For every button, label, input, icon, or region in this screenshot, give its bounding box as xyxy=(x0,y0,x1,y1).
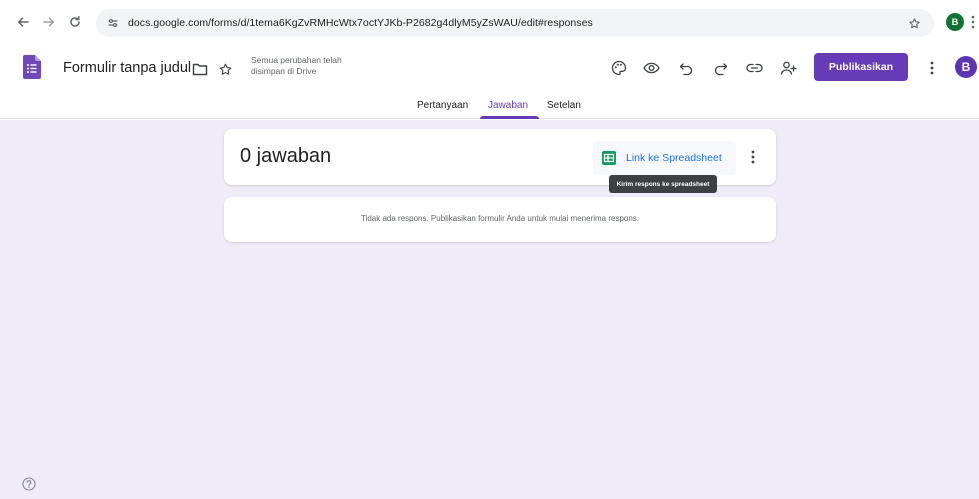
form-tabs: Pertanyaan Jawaban Setelan xyxy=(0,94,979,119)
link-to-sheets-button[interactable]: Link ke Spreadsheet xyxy=(593,141,736,175)
browser-toolbar: docs.google.com/forms/d/1tema6KgZvRMHcWt… xyxy=(0,0,979,43)
bookmark-star-icon[interactable] xyxy=(906,15,922,31)
undo-icon[interactable] xyxy=(675,57,697,79)
form-title[interactable]: Formulir tanpa judul xyxy=(63,60,191,76)
forms-header: Formulir tanpa judul Semua perubahan tel… xyxy=(0,43,979,119)
url-text[interactable]: docs.google.com/forms/d/1tema6KgZvRMHcWt… xyxy=(128,17,593,29)
browser-menu-icon[interactable] xyxy=(968,12,978,32)
publish-button[interactable]: Publikasikan xyxy=(814,53,908,81)
address-bar[interactable]: docs.google.com/forms/d/1tema6KgZvRMHcWt… xyxy=(96,9,934,37)
sheets-tooltip: Kirim respons ke spreadsheet xyxy=(609,175,717,193)
forms-logo-icon[interactable] xyxy=(23,55,41,79)
responses-area: 0 jawaban Link ke Spreadsheet Kirim resp… xyxy=(0,120,979,499)
preview-eye-icon[interactable] xyxy=(640,57,662,79)
link-to-sheets-label: Link ke Spreadsheet xyxy=(626,152,722,164)
account-avatar[interactable]: B xyxy=(955,56,977,78)
empty-responses-card: Tidak ada respons. Publikasikan formulir… xyxy=(224,197,776,242)
empty-responses-message: Tidak ada respons. Publikasikan formulir… xyxy=(360,214,640,223)
link-icon[interactable] xyxy=(743,57,765,79)
save-status: Semua perubahan telah disimpan di Drive xyxy=(251,55,342,76)
back-icon[interactable] xyxy=(12,11,34,33)
site-info-icon[interactable] xyxy=(104,14,122,32)
browser-profile-avatar[interactable]: B xyxy=(946,13,964,31)
response-count: 0 jawaban xyxy=(240,145,332,167)
palette-icon[interactable] xyxy=(608,57,630,79)
star-icon[interactable] xyxy=(215,59,235,79)
tab-setelan[interactable]: Setelan xyxy=(547,100,581,111)
folder-icon[interactable] xyxy=(190,59,210,79)
active-tab-indicator xyxy=(480,116,539,119)
add-collaborator-icon[interactable] xyxy=(777,57,799,79)
tab-jawaban[interactable]: Jawaban xyxy=(488,100,528,111)
help-icon[interactable] xyxy=(21,476,37,492)
more-vert-icon[interactable] xyxy=(924,57,940,79)
reload-icon[interactable] xyxy=(64,11,86,33)
tab-pertanyaan[interactable]: Pertanyaan xyxy=(417,100,468,111)
redo-icon[interactable] xyxy=(709,57,731,79)
responses-more-icon[interactable] xyxy=(745,146,761,168)
forward-icon[interactable] xyxy=(38,11,60,33)
sheets-icon xyxy=(602,151,616,165)
